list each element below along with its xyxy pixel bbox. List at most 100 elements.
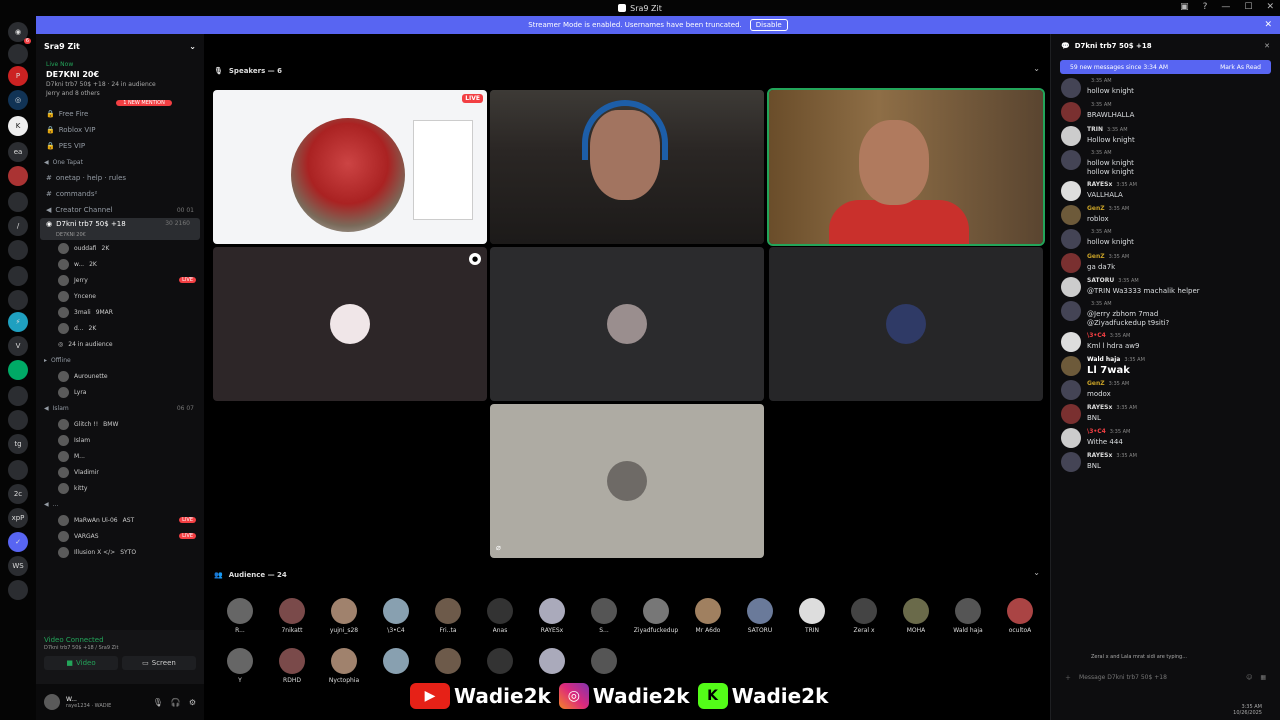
audience-member[interactable] bbox=[370, 648, 422, 684]
voice-user[interactable]: Illusion X </> SYTO bbox=[36, 544, 204, 560]
audience-member[interactable]: yujni_s28 bbox=[318, 598, 370, 634]
channel-roblox-vip[interactable]: 🔒 Roblox VIP bbox=[36, 122, 204, 138]
chat-message[interactable]: 3:35 AM hollow knight hollow knight bbox=[1051, 148, 1280, 179]
server-icon[interactable]: ✓ bbox=[8, 532, 28, 552]
message-input[interactable]: ＋ Message D7kni trb7 50$ +18 ☺ ▦ bbox=[1059, 668, 1272, 686]
audience-member[interactable]: Anas bbox=[474, 598, 526, 634]
speakers-header[interactable]: 🎙 Speakers — 6 bbox=[214, 64, 282, 78]
audience-member[interactable]: SATORU bbox=[734, 598, 786, 634]
audience-member[interactable]: Y bbox=[214, 648, 266, 684]
server-icon[interactable]: P bbox=[8, 66, 28, 86]
avatar[interactable] bbox=[1061, 181, 1081, 201]
category-three[interactable]: ◀... bbox=[36, 496, 204, 512]
chat-message[interactable]: TRIN 3:35 AM Hollow knight bbox=[1051, 124, 1280, 148]
voice-user[interactable]: VARGAS LIVE bbox=[36, 528, 204, 544]
audience-member[interactable]: Mr A6do bbox=[682, 598, 734, 634]
audience-member[interactable] bbox=[474, 648, 526, 684]
avatar[interactable] bbox=[1061, 126, 1081, 146]
avatar[interactable] bbox=[1061, 380, 1081, 400]
server-icon[interactable] bbox=[8, 386, 28, 406]
close-chat-icon[interactable]: ✕ bbox=[1264, 42, 1270, 50]
chat-message[interactable]: GenZ 3:35 AM ga da7k bbox=[1051, 251, 1280, 275]
server-icon[interactable]: ◎ bbox=[8, 90, 28, 110]
server-icon[interactable] bbox=[8, 266, 28, 286]
audience-member[interactable]: Fri..ta bbox=[422, 598, 474, 634]
active-stage-channel[interactable]: ◉ D7kni trb7 50$ +18 30 2160 DE7KNI 20€ bbox=[40, 218, 200, 240]
offline-user[interactable]: Aurounette bbox=[36, 368, 204, 384]
new-messages-bar[interactable]: 59 new messages since 3:34 AM Mark As Re… bbox=[1060, 60, 1271, 74]
maximize-button[interactable]: ☐ bbox=[1244, 2, 1252, 12]
audience-member[interactable] bbox=[422, 648, 474, 684]
server-icon[interactable]: / bbox=[8, 216, 28, 236]
voice-user[interactable]: Glitch !! BMW bbox=[36, 416, 204, 432]
speaker-camera-tile-speaking[interactable] bbox=[767, 88, 1045, 246]
video-button[interactable]: ■ Video bbox=[44, 656, 118, 670]
message-author[interactable]: \3•C4 bbox=[1087, 428, 1106, 435]
offline-user[interactable]: Lyra bbox=[36, 384, 204, 400]
chat-message[interactable]: 3:35 AM hollow knight bbox=[1051, 227, 1280, 251]
audience-member[interactable]: TRIN bbox=[786, 598, 838, 634]
channel-pes-vip[interactable]: 🔒 PES VIP bbox=[36, 138, 204, 154]
headphones-icon[interactable]: 🎧 bbox=[171, 698, 181, 707]
audience-count[interactable]: ◎ 24 in audience bbox=[36, 336, 204, 352]
audience-header[interactable]: 👥 Audience — 24 bbox=[214, 568, 287, 582]
audience-member[interactable]: Zeral x bbox=[838, 598, 890, 634]
message-author[interactable]: SATORU bbox=[1087, 277, 1114, 284]
avatar[interactable] bbox=[1061, 150, 1081, 170]
avatar[interactable] bbox=[1061, 356, 1081, 376]
voice-user[interactable]: M... bbox=[36, 448, 204, 464]
voice-user[interactable]: d... 2K bbox=[36, 320, 204, 336]
server-icon[interactable] bbox=[8, 410, 28, 430]
audience-member[interactable] bbox=[578, 648, 630, 684]
chat-message[interactable]: GenZ 3:35 AM roblox bbox=[1051, 203, 1280, 227]
category-islam[interactable]: ◀ Islam 06 07 bbox=[36, 400, 204, 416]
chevron-down-icon[interactable]: ⌄ bbox=[1033, 568, 1040, 577]
message-author[interactable]: TRIN bbox=[1087, 126, 1103, 133]
screen-share-button[interactable]: ▭ Screen bbox=[122, 656, 196, 670]
avatar[interactable] bbox=[1061, 78, 1081, 98]
avatar[interactable] bbox=[1061, 332, 1081, 352]
avatar[interactable] bbox=[1061, 205, 1081, 225]
audience-member[interactable]: Wald haja bbox=[942, 598, 994, 634]
server-icon[interactable] bbox=[8, 360, 28, 380]
audience-member[interactable]: 7nikatt bbox=[266, 598, 318, 634]
inbox-icon[interactable]: ▣ bbox=[1180, 2, 1189, 12]
chat-message[interactable]: 3:35 AM @Jerry zbhom 7mad @Ziyadfuckedup … bbox=[1051, 299, 1280, 330]
audience-member[interactable]: MOHA bbox=[890, 598, 942, 634]
add-icon[interactable]: ＋ bbox=[1065, 673, 1071, 682]
audience-member[interactable]: RAYESx bbox=[526, 598, 578, 634]
voice-user[interactable]: kitty bbox=[36, 480, 204, 496]
message-author[interactable]: GenZ bbox=[1087, 380, 1105, 387]
voice-user[interactable]: ouddafi 2K bbox=[36, 240, 204, 256]
server-icon[interactable]: ⚡ bbox=[8, 312, 28, 332]
avatar[interactable] bbox=[1061, 404, 1081, 424]
server-icon[interactable]: WS bbox=[8, 556, 28, 576]
chat-message[interactable]: 3:35 AM BRAWLHALLA bbox=[1051, 100, 1280, 124]
close-window-button[interactable]: ✕ bbox=[1266, 2, 1274, 12]
server-icon[interactable] bbox=[8, 240, 28, 260]
channel-free-fire[interactable]: 🔒 Free Fire bbox=[36, 106, 204, 122]
message-author[interactable]: RAYESx bbox=[1087, 181, 1112, 188]
chat-message[interactable]: GenZ 3:35 AM modox bbox=[1051, 378, 1280, 402]
voice-user[interactable]: w... 2K bbox=[36, 256, 204, 272]
mic-icon[interactable]: 🎙 bbox=[153, 698, 163, 707]
chat-message[interactable]: \3•C4 3:35 AM Withe 444 bbox=[1051, 426, 1280, 450]
minimize-button[interactable]: — bbox=[1221, 2, 1230, 12]
speaker-tile[interactable]: ● bbox=[213, 247, 487, 401]
audience-member[interactable]: ocultoA bbox=[994, 598, 1046, 634]
voice-user[interactable]: 3mali 9MAR bbox=[36, 304, 204, 320]
channel-creator[interactable]: ◀ Creator Channel 00 01 bbox=[36, 202, 204, 218]
voice-user[interactable]: Jerry LIVE bbox=[36, 272, 204, 288]
voice-user[interactable]: Islam bbox=[36, 432, 204, 448]
audience-member[interactable]: Ziyadfuckedup bbox=[630, 598, 682, 634]
live-now-card[interactable]: Live Now DE7KNI 20€ D7kni trb7 50$ +18 ·… bbox=[42, 58, 198, 100]
chat-message[interactable]: 3:35 AM hollow knight bbox=[1051, 76, 1280, 100]
mark-as-read-button[interactable]: Mark As Read bbox=[1220, 64, 1261, 71]
avatar[interactable] bbox=[1061, 452, 1081, 472]
server-icon[interactable] bbox=[8, 192, 28, 212]
chat-message[interactable]: RAYESx 3:35 AM BNL bbox=[1051, 450, 1280, 474]
server-icon[interactable] bbox=[8, 580, 28, 600]
banner-close-icon[interactable]: ✕ bbox=[1264, 20, 1272, 30]
audience-member[interactable]: Nyctophia bbox=[318, 648, 370, 684]
chat-message[interactable]: RAYESx 3:35 AM BNL bbox=[1051, 402, 1280, 426]
